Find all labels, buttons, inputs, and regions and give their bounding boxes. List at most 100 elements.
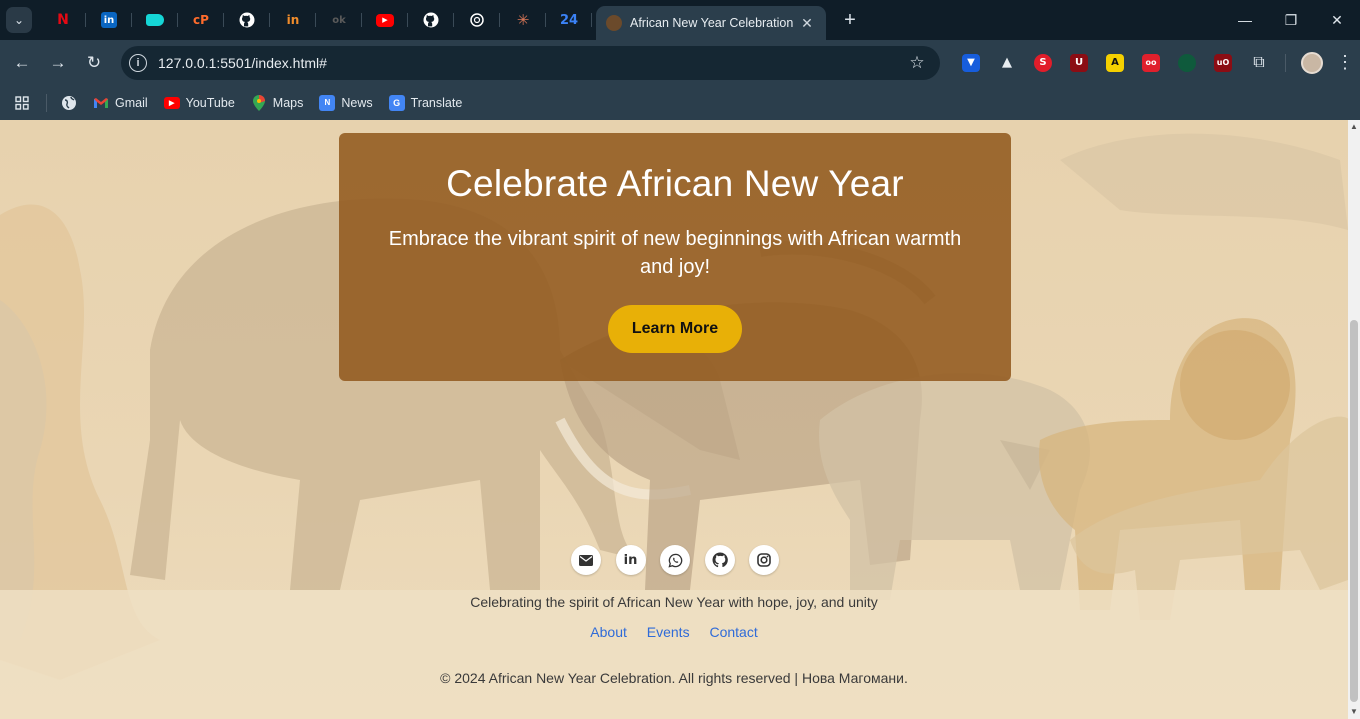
pinned-tab[interactable]: 24 <box>546 0 592 40</box>
linkedin-icon: in <box>101 12 117 28</box>
news-icon: N <box>319 94 336 111</box>
gmail-icon <box>93 95 109 111</box>
puzzle-icon: ⧉ <box>1253 53 1265 71</box>
browser-toolbar: ← → ↻ i 127.0.0.1:5501/index.html# ☆ ▼ ▲… <box>0 40 1360 85</box>
bookmark-label: Translate <box>410 95 463 110</box>
extensions-area: ▼ ▲ S U A oo uO ⧉ ⋮ <box>953 40 1360 85</box>
page-viewport: Celebrate African New Year Embrace the v… <box>0 120 1360 719</box>
bookmark-maps[interactable]: Maps <box>251 94 304 111</box>
chevron-down-icon: ⌄ <box>13 13 25 27</box>
tab-title: African New Year Celebration <box>630 16 794 30</box>
bookmark-globe[interactable] <box>61 95 77 111</box>
scrollbar-thumb[interactable] <box>1350 320 1358 702</box>
bookmark-news[interactable]: N News <box>319 94 373 111</box>
toolbar-divider <box>1285 53 1286 72</box>
pinned-tab[interactable]: ok <box>316 0 362 40</box>
github-icon <box>239 12 255 28</box>
address-bar[interactable]: i 127.0.0.1:5501/index.html# ☆ <box>121 46 940 80</box>
tab-search-button[interactable]: ⌄ <box>6 7 32 33</box>
footer-links: About Events Contact <box>0 624 1348 640</box>
site-info-icon[interactable]: i <box>129 54 147 72</box>
url-text[interactable]: 127.0.0.1:5501/index.html# <box>158 55 902 71</box>
reload-button[interactable]: ↻ <box>76 45 112 81</box>
learn-more-button[interactable]: Learn More <box>607 305 743 353</box>
bookmarks-bar: Gmail ▶ YouTube Maps N News G Translate <box>0 85 1360 120</box>
whatsapp-icon[interactable] <box>660 545 690 575</box>
pinned-tab[interactable]: N <box>40 0 86 40</box>
profile-button[interactable] <box>1294 45 1330 81</box>
restore-button[interactable]: ❐ <box>1268 0 1314 40</box>
footer-link-events[interactable]: Events <box>647 624 690 640</box>
close-tab-icon[interactable]: ✕ <box>798 15 816 32</box>
dark-site-icon: ok <box>332 14 346 26</box>
pinned-tab[interactable]: in <box>86 0 132 40</box>
scroll-up-arrow-icon[interactable]: ▲ <box>1348 120 1360 134</box>
instagram-icon[interactable] <box>749 545 779 575</box>
youtube-icon: ▶ <box>376 13 394 27</box>
close-window-button[interactable]: ✕ <box>1314 0 1360 40</box>
tag-icon <box>146 14 164 26</box>
avatar <box>1301 51 1323 74</box>
bookmark-youtube[interactable]: ▶ YouTube <box>163 95 235 110</box>
pinned-tab[interactable]: in <box>270 0 316 40</box>
pinned-tab[interactable] <box>224 0 270 40</box>
maps-icon <box>251 94 267 111</box>
forward-button[interactable]: → <box>40 45 76 81</box>
github-icon[interactable] <box>704 545 735 575</box>
pinned-tab[interactable]: cP <box>178 0 224 40</box>
copyright-text: © 2024 African New Year Celebration. All… <box>440 670 908 686</box>
bookmark-label: News <box>341 95 373 110</box>
pinned-tab[interactable] <box>132 0 178 40</box>
shield-u-icon: U <box>1070 53 1088 72</box>
bookmark-label: YouTube <box>185 95 235 110</box>
extensions-menu-button[interactable]: ⧉ <box>1241 45 1277 81</box>
bookmark-star-icon[interactable]: ☆ <box>902 53 932 73</box>
new-tab-button[interactable]: + <box>838 9 862 32</box>
yellow-a-icon: A <box>1106 53 1124 72</box>
envelope-icon[interactable] <box>571 545 601 575</box>
hero-card: Celebrate African New Year Embrace the v… <box>339 133 1011 381</box>
glasses-icon: oo <box>1142 53 1160 72</box>
youtube-icon: ▶ <box>163 96 180 109</box>
mountain-icon: ▲ <box>1002 55 1012 70</box>
bookmark-label: Gmail <box>115 95 148 110</box>
linkedin-icon[interactable]: in <box>615 545 646 575</box>
translate-icon: G <box>388 94 405 111</box>
more-menu-icon[interactable]: ⋮ <box>1330 52 1360 73</box>
apps-button[interactable] <box>14 95 30 111</box>
bookmark-gmail[interactable]: Gmail <box>93 95 148 111</box>
bookmark-translate[interactable]: G Translate <box>388 94 463 111</box>
extension-button[interactable]: ▲ <box>989 45 1025 81</box>
active-tab[interactable]: African New Year Celebration ✕ <box>596 6 826 40</box>
pinned-tab[interactable]: ✳ <box>500 0 546 40</box>
extension-button[interactable]: A <box>1097 45 1133 81</box>
footer-link-about[interactable]: About <box>590 624 627 640</box>
extension-button[interactable]: S <box>1025 45 1061 81</box>
bookmark-label: Maps <box>272 95 304 110</box>
globe-icon <box>62 95 76 110</box>
chatgpt-icon <box>469 12 485 28</box>
social-links: in <box>571 545 794 575</box>
bookmarks-divider <box>46 93 47 112</box>
github-icon <box>423 12 439 28</box>
extension-button[interactable]: oo <box>1133 45 1169 81</box>
back-button[interactable]: ← <box>4 45 40 81</box>
hero-subtitle: Embrace the vibrant spirit of new beginn… <box>388 228 962 278</box>
minimize-button[interactable]: — <box>1222 0 1268 40</box>
extension-button[interactable] <box>1169 45 1205 81</box>
tab-strip: ⌄ N in cP in ok ▶ ✳ 24 African New Year … <box>0 0 1360 40</box>
inknoe-icon: in <box>286 13 300 27</box>
cpanel-icon: cP <box>193 13 209 27</box>
scroll-down-arrow-icon[interactable]: ▼ <box>1348 705 1360 719</box>
page-scrollbar[interactable]: ▲ ▼ <box>1348 120 1360 719</box>
pinned-tab[interactable]: ▶ <box>362 0 408 40</box>
pinned-tab[interactable] <box>454 0 500 40</box>
green-circle-icon <box>1178 53 1196 72</box>
window-controls: — ❐ ✕ <box>1222 0 1360 40</box>
apps-grid-icon <box>15 95 29 110</box>
extension-button[interactable]: uO <box>1205 45 1241 81</box>
extension-button[interactable]: ▼ <box>953 45 989 81</box>
footer-link-contact[interactable]: Contact <box>709 624 757 640</box>
pinned-tab[interactable] <box>408 0 454 40</box>
extension-button[interactable]: U <box>1061 45 1097 81</box>
